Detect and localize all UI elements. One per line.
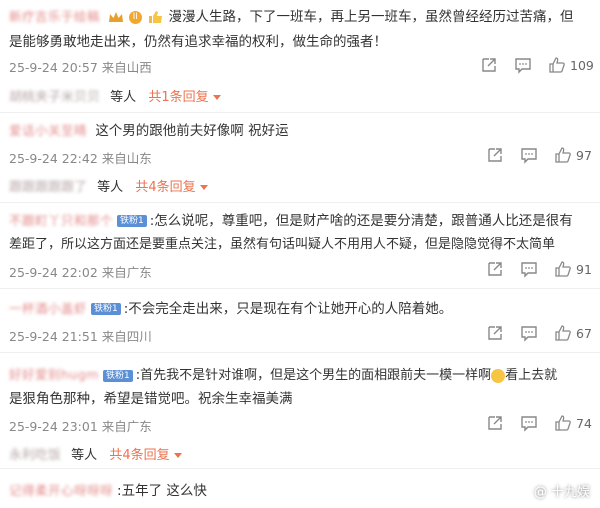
comment-text: 漫漫人生路，下了一班车，再上另一班车，虽然曾经经历过苦痛，但 (168, 9, 574, 25)
comment-text: 看上去就 (505, 368, 558, 383)
comment-time: 25-9-24 22:02 (9, 265, 98, 280)
comment-text: :怎么说呢，尊重吧，但是财产啥的还是要分清楚，跟普通人比还是很有 (149, 213, 573, 229)
like-count: 97 (576, 148, 592, 163)
comment-meta: 25-9-24 20:57 来自山西 (9, 57, 152, 76)
fan-badge: 铁粉1 (102, 369, 133, 382)
comment-1-line2: 是能够勇敢地走出来，仍然有追求幸福的权利，做生命的强者！ (9, 31, 387, 53)
divider (0, 202, 600, 203)
comment-3-line1: 不跟町丫只和那个 铁粉1:怎么说呢，尊重吧，但是财产啥的还是要分清楚，跟普通人比还… (9, 210, 573, 232)
like-icon[interactable] (554, 414, 572, 432)
comment-username[interactable]: 一杯酒小盖虾 (9, 298, 87, 320)
like-count: 67 (576, 326, 592, 341)
thumbs-up-emoji-icon (149, 11, 163, 23)
reply-names: 胡桃夹子米贝贝 (9, 90, 101, 105)
caret-down-icon (212, 95, 221, 100)
like-count: 91 (576, 262, 592, 277)
reply-suffix: 等人 (71, 448, 98, 463)
comment-icon[interactable] (520, 414, 538, 432)
reply-suffix: 等人 (97, 180, 124, 195)
comment-5-line2: 是狠角色那种，希望是错觉吧。祝余生幸福美满 (9, 388, 293, 410)
comment-text: :不会完全走出来，只是现在有个让她开心的人陪着她。 (123, 301, 453, 317)
comment-location: 来自山西 (101, 60, 152, 75)
comment-text: 是能够勇敢地走出来，仍然有追求幸福的权利，做生命的强者！ (9, 34, 387, 50)
like-icon[interactable] (554, 260, 572, 278)
comment-text: 这个男的跟他前夫好像啊 祝好运 (95, 123, 289, 139)
reply-summary[interactable]: 永利吃饭 等人 共4条回复 (9, 444, 182, 463)
reply-count-link[interactable]: 共4条回复 (109, 448, 169, 463)
crown-icon (109, 12, 124, 22)
comment-time: 25-9-24 20:57 (9, 60, 98, 75)
grimace-emoji-icon (491, 368, 506, 383)
like-icon[interactable] (554, 146, 572, 164)
caret-down-icon (173, 453, 182, 458)
like-icon[interactable] (554, 324, 572, 342)
watermark: @ 十九娱 (533, 485, 590, 500)
comment-location: 来自广东 (101, 265, 152, 280)
reply-summary[interactable]: 跟跟跟跟跟了 等人 共4条回复 (9, 176, 208, 195)
caret-down-icon (199, 185, 208, 190)
comment-text: 差距了，所以这方面还是要重点关注，虽然有句话叫疑人不用用人不疑，但是隐隐觉得不太… (9, 237, 556, 252)
reply-names: 跟跟跟跟跟了 (9, 180, 88, 195)
comment-location: 来自山东 (101, 151, 152, 166)
fan-badge: 铁粉1 (117, 215, 147, 227)
comment-meta: 25-9-24 21:51 来自四川 (9, 326, 152, 345)
level-badge: II (128, 10, 142, 24)
comment-username[interactable]: 好好爱别hugm (9, 364, 99, 386)
comment-text: :首先我不是针对谁啊，但是这个男生的面相跟前夫一模一样啊 (135, 368, 492, 383)
like-icon[interactable] (548, 56, 566, 74)
comment-username[interactable]: 记得柔开心呀呀呀 (9, 480, 113, 502)
share-icon[interactable] (480, 56, 498, 74)
reply-count-link[interactable]: 共4条回复 (135, 180, 195, 195)
comment-time: 25-9-24 21:51 (9, 329, 98, 344)
comment-icon[interactable] (520, 324, 538, 342)
fan-badge: 铁粉1 (91, 303, 121, 315)
reply-names: 永利吃饭 (9, 448, 62, 463)
share-icon[interactable] (486, 324, 504, 342)
comment-text: :五年了 这么快 (117, 483, 207, 499)
comment-5-line1: 好好爱别hugm 铁粉1:首先我不是针对谁啊，但是这个男生的面相跟前夫一模一样啊看… (9, 364, 557, 387)
like-count: 74 (576, 416, 592, 431)
comment-1-line1: 新疗吉乐于绘稿 II 漫漫人生路，下了一班车，再上另一班车，虽然曾经经历过苦痛，… (9, 6, 574, 28)
reply-count-link[interactable]: 共1条回复 (148, 90, 208, 105)
comment-username[interactable]: 爱话小关至晴 (9, 120, 87, 142)
comment-meta: 25-9-24 23:01 来自广东 (9, 416, 152, 435)
comment-text: 是狠角色那种，希望是错觉吧。祝余生幸福美满 (9, 391, 293, 407)
comment-2-line1: 爱话小关至晴 这个男的跟他前夫好像啊 祝好运 (9, 120, 289, 142)
divider (0, 288, 600, 289)
divider (0, 112, 600, 113)
comment-username[interactable]: 新疗吉乐于绘稿 (9, 6, 100, 28)
comment-4-line1: 一杯酒小盖虾 铁粉1:不会完全走出来，只是现在有个让她开心的人陪着她。 (9, 298, 452, 320)
share-icon[interactable] (486, 260, 504, 278)
reply-summary[interactable]: 胡桃夹子米贝贝 等人 共1条回复 (9, 86, 221, 105)
share-icon[interactable] (486, 414, 504, 432)
divider (0, 352, 600, 353)
comment-meta: 25-9-24 22:42 来自山东 (9, 148, 152, 167)
like-count: 109 (570, 58, 594, 73)
comment-icon[interactable] (514, 56, 532, 74)
comment-icon[interactable] (520, 260, 538, 278)
comment-username[interactable]: 不跟町丫只和那个 (9, 210, 113, 232)
divider (0, 468, 600, 469)
comment-6-line1: 记得柔开心呀呀呀:五年了 这么快 (9, 480, 207, 502)
comment-time: 25-9-24 23:01 (9, 419, 98, 434)
comment-location: 来自广东 (101, 419, 152, 434)
comment-time: 25-9-24 22:42 (9, 151, 98, 166)
comment-3-line2: 差距了，所以这方面还是要重点关注，虽然有句话叫疑人不用用人不疑，但是隐隐觉得不太… (9, 234, 555, 256)
share-icon[interactable] (486, 146, 504, 164)
comment-meta: 25-9-24 22:02 来自广东 (9, 262, 152, 281)
comment-location: 来自四川 (101, 329, 152, 344)
comment-icon[interactable] (520, 146, 538, 164)
reply-suffix: 等人 (110, 90, 137, 105)
